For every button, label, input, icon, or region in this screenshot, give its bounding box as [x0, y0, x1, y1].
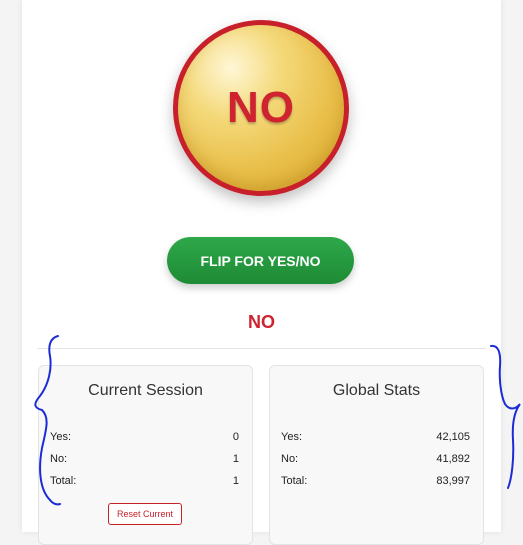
result-text: NO	[248, 312, 275, 332]
divider	[37, 348, 486, 349]
flip-button[interactable]: FLIP FOR YES/NO	[167, 237, 354, 284]
global-total-label: Total:	[281, 475, 308, 487]
coin-face-text: NO	[227, 83, 295, 132]
global-total-value: 83,997	[436, 475, 470, 487]
current-no-row: No: 1	[50, 453, 239, 467]
coin: NO	[173, 20, 349, 196]
global-no-row: No: 41,892	[281, 453, 470, 467]
current-yes-label: Yes:	[50, 431, 72, 443]
current-session-title: Current Session	[88, 382, 203, 399]
global-stats-panel: Global Stats Yes: 42,105 No: 41,892 Tota…	[269, 365, 484, 545]
global-no-value: 41,892	[436, 453, 470, 465]
global-yes-label: Yes:	[281, 431, 303, 443]
global-total-row: Total: 83,997	[281, 475, 470, 489]
global-stats-title: Global Stats	[332, 382, 421, 399]
current-total-row: Total: 1	[50, 475, 239, 489]
current-yes-row: Yes: 0	[50, 431, 239, 445]
global-yes-row: Yes: 42,105	[281, 431, 470, 445]
current-session-panel: Current Session Yes: 0 No: 1 Total: 1 Re…	[38, 365, 253, 545]
global-no-label: No:	[281, 453, 299, 465]
reset-current-button[interactable]: Reset Current	[108, 503, 182, 525]
current-total-label: Total:	[50, 475, 77, 487]
current-no-value: 1	[232, 453, 239, 465]
global-yes-value: 42,105	[436, 431, 470, 443]
current-no-label: No:	[50, 453, 68, 465]
current-yes-value: 0	[232, 431, 239, 443]
current-total-value: 1	[232, 475, 239, 487]
